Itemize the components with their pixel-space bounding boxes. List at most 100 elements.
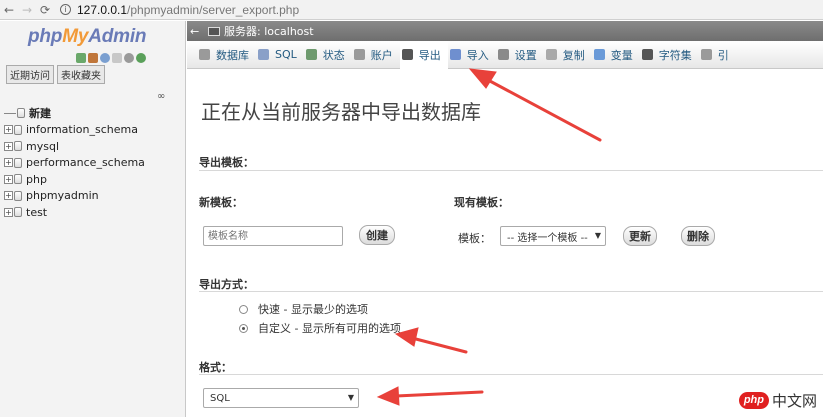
url-host: 127.0.0.1 — [77, 2, 128, 17]
database-icon — [14, 141, 22, 152]
tab-settings[interactable]: 设置 — [496, 41, 544, 69]
export-templates-heading: 导出模板： — [199, 156, 254, 169]
expand-icon[interactable]: + — [4, 174, 13, 184]
variables-icon — [593, 49, 605, 60]
tab-export[interactable]: 导出 — [399, 40, 448, 69]
expand-icon[interactable]: + — [4, 207, 13, 217]
tab-charsets[interactable]: 字符集 — [640, 41, 699, 69]
server-icon — [208, 26, 220, 36]
expand-icon[interactable]: + — [4, 158, 13, 168]
tab-status[interactable]: 状态 — [304, 41, 352, 69]
chevron-down-icon: ▼ — [594, 231, 601, 240]
custom-radio[interactable] — [239, 323, 248, 333]
replication-icon — [545, 49, 557, 60]
site-watermark: php 中文网 — [738, 390, 817, 411]
help-icon[interactable] — [100, 53, 110, 63]
database-icon — [14, 190, 22, 201]
tab-label: SQL — [275, 48, 297, 61]
tab-label: 账户 — [370, 48, 393, 62]
quick-export-option[interactable]: 快速 - 显示最少的选项 — [239, 301, 368, 317]
template-label: 模板： — [458, 232, 491, 245]
tree-item-php[interactable]: + php — [4, 171, 145, 188]
address-bar[interactable]: i 127.0.0.1 /phpmyadmin/server_export.ph… — [60, 2, 299, 18]
charset-icon — [641, 49, 653, 60]
tab-accounts[interactable]: 账户 — [352, 41, 400, 69]
create-template-button[interactable]: 创建 — [359, 225, 395, 245]
server-label[interactable]: 服务器: localhost — [224, 23, 314, 39]
format-heading: 格式： — [199, 361, 232, 374]
tree-line — [4, 112, 16, 114]
tab-label: 导入 — [466, 48, 489, 62]
settings-icon[interactable] — [124, 53, 134, 63]
navigation-panel: phpMyAdmin 近期访问 表收藏夹 ∞ 新建 + information_… — [0, 21, 186, 417]
tab-label: 变量 — [610, 48, 633, 62]
new-database-icon — [17, 108, 25, 119]
tab-label: 字符集 — [658, 48, 692, 62]
format-select[interactable]: SQL ▼ — [203, 388, 359, 408]
existing-template-label: 现有模板： — [454, 196, 509, 209]
reload-icon[interactable]: ⟳ — [36, 3, 54, 17]
tab-label: 数据库 — [216, 48, 249, 62]
logo-php: php — [28, 26, 63, 47]
tree-item-label: mysql — [26, 139, 59, 153]
custom-export-option[interactable]: 自定义 - 显示所有可用的选项 — [239, 320, 401, 336]
tab-favorites[interactable]: 表收藏夹 — [57, 65, 105, 84]
watermark-text: 中文网 — [771, 392, 817, 410]
sql-icon — [258, 49, 269, 60]
engines-icon — [700, 49, 712, 60]
template-select-value: -- 选择一个模板 -- — [507, 232, 588, 244]
tree-item-performance-schema[interactable]: + performance_schema — [4, 155, 145, 172]
tab-replication[interactable]: 复制 — [544, 41, 592, 69]
expand-icon[interactable]: + — [4, 125, 13, 135]
tree-item-new[interactable]: 新建 — [4, 105, 145, 122]
tab-engines[interactable]: 引 — [699, 41, 736, 69]
tree-item-information-schema[interactable]: + information_schema — [4, 122, 145, 139]
custom-option-label: 自定义 - 显示所有可用的选项 — [258, 322, 401, 335]
tab-label: 导出 — [418, 48, 441, 62]
tree-item-test[interactable]: + test — [4, 204, 145, 221]
phpmyadmin-logo[interactable]: phpMyAdmin — [28, 26, 147, 48]
status-icon — [305, 49, 317, 60]
template-name-input[interactable] — [203, 226, 343, 246]
link-icon[interactable]: ∞ — [157, 91, 165, 102]
wrench-icon — [497, 49, 509, 60]
divider — [199, 374, 823, 375]
update-template-button[interactable]: 更新 — [623, 226, 657, 246]
tab-import[interactable]: 导入 — [448, 41, 496, 69]
home-icon[interactable] — [76, 53, 86, 63]
tab-recent[interactable]: 近期访问 — [6, 65, 54, 84]
tree-item-label: performance_schema — [26, 156, 145, 170]
collapse-arrow-icon[interactable]: ← — [190, 25, 202, 38]
page-title: 正在从当前服务器中导出数据库 — [201, 100, 481, 124]
tree-item-mysql[interactable]: + mysql — [4, 138, 145, 155]
tab-databases[interactable]: 数据库 — [197, 41, 256, 69]
back-icon[interactable]: ← — [0, 3, 18, 17]
tab-sql[interactable]: SQL — [256, 41, 304, 69]
top-menu: 数据库 SQL 状态 账户 导出 导入 设置 复制 变量 字符集 引 — [187, 40, 823, 69]
tree-item-label: 新建 — [29, 107, 51, 121]
forward-icon[interactable]: → — [18, 3, 36, 17]
tree-item-label: phpmyadmin — [26, 189, 99, 203]
docs-icon[interactable] — [112, 53, 122, 63]
logo-admin: Admin — [88, 26, 147, 47]
tab-variables[interactable]: 变量 — [592, 41, 640, 69]
recent-favorites-tabs: 近期访问 表收藏夹 — [6, 65, 105, 84]
database-icon — [14, 207, 22, 218]
expand-icon[interactable]: + — [4, 141, 13, 151]
server-breadcrumb: ← 服务器: localhost — [187, 21, 823, 41]
quick-links — [76, 53, 146, 63]
tree-item-label: php — [26, 172, 47, 186]
logout-icon[interactable] — [88, 53, 98, 63]
template-select[interactable]: -- 选择一个模板 -- ▼ — [500, 226, 606, 246]
database-icon — [199, 49, 210, 60]
delete-template-button[interactable]: 删除 — [681, 226, 715, 246]
expand-icon[interactable]: + — [4, 191, 13, 201]
divider — [199, 291, 823, 292]
quick-radio[interactable] — [239, 304, 248, 314]
reload-icon[interactable] — [136, 53, 146, 63]
info-icon[interactable]: i — [60, 4, 71, 15]
browser-toolbar: ← → ⟳ i 127.0.0.1 /phpmyadmin/server_exp… — [0, 0, 823, 20]
url-path: /phpmyadmin/server_export.php — [127, 2, 300, 17]
tree-item-phpmyadmin[interactable]: + phpmyadmin — [4, 188, 145, 205]
new-template-label: 新模板： — [199, 196, 243, 209]
